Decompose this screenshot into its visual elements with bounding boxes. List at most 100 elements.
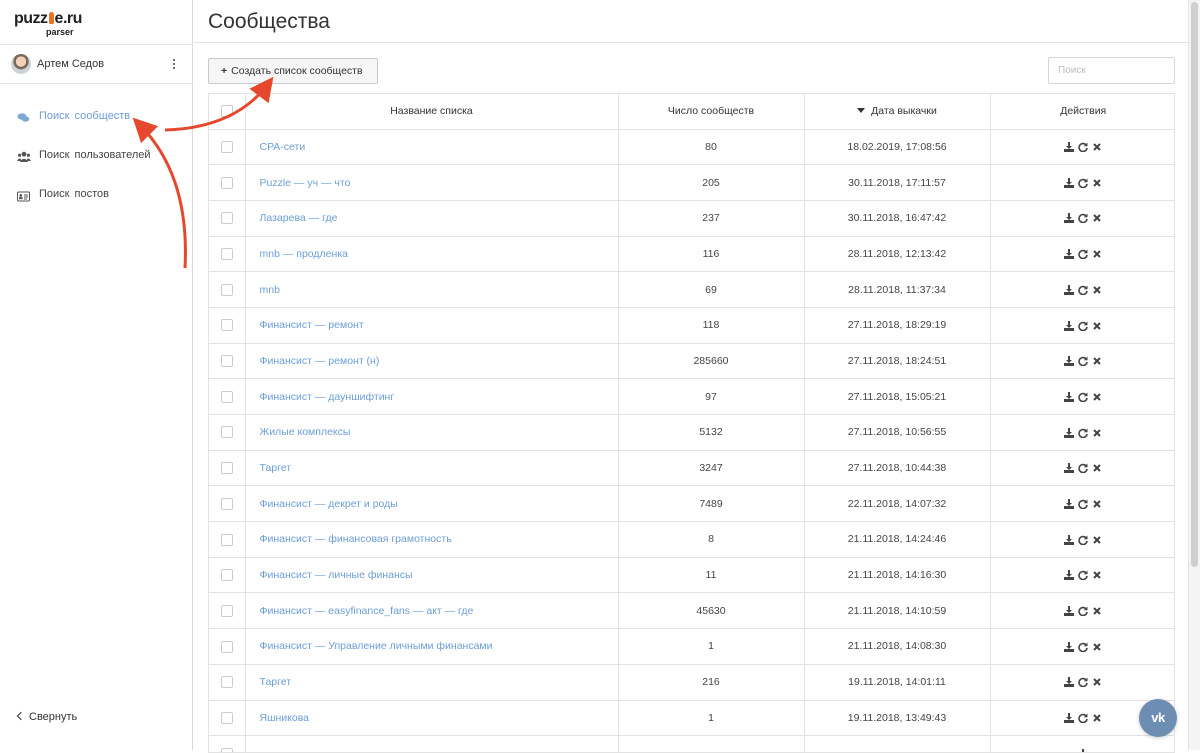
column-header-date[interactable]: Дата выкачки xyxy=(804,94,991,130)
delete-icon[interactable] xyxy=(1092,677,1102,687)
column-header-count[interactable]: Число сообществ xyxy=(618,94,805,130)
list-name-link[interactable]: Финансист — дауншифтинг xyxy=(245,378,619,415)
download-icon[interactable] xyxy=(1064,713,1075,724)
logo[interactable]: puzz e.ru parser xyxy=(14,10,94,42)
row-checkbox[interactable] xyxy=(220,212,233,225)
create-list-button[interactable]: + Создать список сообществ xyxy=(208,58,378,84)
delete-icon[interactable] xyxy=(1092,142,1102,152)
download-icon[interactable] xyxy=(1064,142,1075,153)
search-input[interactable] xyxy=(1048,57,1175,84)
list-name-link[interactable]: mnb — продленка xyxy=(245,236,619,273)
row-checkbox[interactable] xyxy=(220,355,233,368)
download-icon[interactable] xyxy=(1064,249,1075,260)
list-name-link[interactable]: mnb xyxy=(245,271,619,308)
delete-icon[interactable] xyxy=(1092,535,1102,545)
refresh-icon[interactable] xyxy=(1078,499,1089,509)
refresh-icon[interactable] xyxy=(1078,321,1089,331)
refresh-icon[interactable] xyxy=(1078,642,1089,652)
row-checkbox[interactable] xyxy=(220,497,233,510)
row-checkbox[interactable] xyxy=(220,604,233,617)
download-icon[interactable] xyxy=(1064,427,1075,438)
list-name-link[interactable] xyxy=(245,735,619,752)
refresh-icon[interactable] xyxy=(1078,249,1089,260)
list-name-link[interactable]: Финансист — Управление личными финансами xyxy=(245,628,619,665)
list-name-link[interactable]: Финансист — финансовая грамотность xyxy=(245,521,619,558)
refresh-icon[interactable] xyxy=(1078,392,1089,402)
download-icon[interactable] xyxy=(1064,463,1075,474)
list-name-link[interactable]: Финансист — ремонт xyxy=(245,307,619,344)
sidebar-item-communities[interactable]: Поиск сообществ xyxy=(0,104,193,143)
download-icon[interactable] xyxy=(1078,748,1088,752)
delete-icon[interactable] xyxy=(1092,499,1102,509)
delete-icon[interactable] xyxy=(1092,392,1102,402)
list-name-link[interactable]: Финансист — личные финансы xyxy=(245,557,619,594)
list-name-link[interactable]: Яшникова xyxy=(245,700,619,737)
delete-icon[interactable] xyxy=(1092,713,1102,723)
sidebar-item-users[interactable]: Поиск пользователей xyxy=(0,143,193,182)
row-checkbox[interactable] xyxy=(220,426,233,439)
refresh-icon[interactable] xyxy=(1078,535,1089,545)
refresh-icon[interactable] xyxy=(1078,178,1089,188)
delete-icon[interactable] xyxy=(1092,570,1102,580)
row-checkbox[interactable] xyxy=(220,319,233,332)
download-icon[interactable] xyxy=(1064,677,1075,688)
download-icon[interactable] xyxy=(1064,320,1075,331)
row-checkbox[interactable] xyxy=(220,533,233,546)
download-icon[interactable] xyxy=(1064,570,1075,581)
download-icon[interactable] xyxy=(1064,641,1075,652)
download-icon[interactable] xyxy=(1064,213,1075,224)
download-icon[interactable] xyxy=(1064,498,1075,509)
refresh-icon[interactable] xyxy=(1078,677,1089,688)
refresh-icon[interactable] xyxy=(1078,713,1089,724)
collapse-sidebar-button[interactable]: Свернуть xyxy=(16,711,77,723)
delete-icon[interactable] xyxy=(1092,249,1102,259)
row-checkbox[interactable] xyxy=(220,462,233,475)
delete-icon[interactable] xyxy=(1092,213,1102,223)
row-checkbox[interactable] xyxy=(220,176,233,189)
list-name-link[interactable]: Puzzle — уч — что xyxy=(245,164,619,201)
row-checkbox[interactable] xyxy=(220,747,233,752)
list-name-link[interactable]: Финансист — easyfinance_fans — акт — где xyxy=(245,592,619,630)
refresh-icon[interactable] xyxy=(1078,463,1089,474)
refresh-icon[interactable] xyxy=(1078,356,1089,367)
page-scrollbar[interactable] xyxy=(1188,0,1200,750)
row-checkbox[interactable] xyxy=(220,283,233,296)
delete-icon[interactable] xyxy=(1092,321,1102,331)
delete-icon[interactable] xyxy=(1092,642,1102,652)
download-icon[interactable] xyxy=(1064,606,1075,616)
scrollbar-thumb[interactable] xyxy=(1191,2,1198,567)
list-name-link[interactable]: Лазарева — где xyxy=(245,200,619,237)
row-checkbox[interactable] xyxy=(220,140,233,153)
download-icon[interactable] xyxy=(1064,284,1075,295)
download-icon[interactable] xyxy=(1064,391,1075,402)
more-vertical-icon[interactable] xyxy=(169,57,179,71)
delete-icon[interactable] xyxy=(1092,178,1102,188)
row-checkbox[interactable] xyxy=(220,390,233,403)
delete-icon[interactable] xyxy=(1092,285,1102,295)
download-icon[interactable] xyxy=(1064,177,1075,188)
list-name-link[interactable]: Жилые комплексы xyxy=(245,414,619,451)
list-name-link[interactable]: Финансист — ремонт (н) xyxy=(245,343,619,380)
refresh-icon[interactable] xyxy=(1078,606,1089,616)
row-checkbox[interactable] xyxy=(220,640,233,653)
select-all-checkbox[interactable] xyxy=(220,105,233,118)
list-name-link[interactable]: CPA-сети xyxy=(245,129,619,166)
refresh-icon[interactable] xyxy=(1078,285,1089,295)
row-checkbox[interactable] xyxy=(220,711,233,724)
vk-chat-button[interactable]: vk xyxy=(1139,699,1177,737)
delete-icon[interactable] xyxy=(1092,463,1102,473)
delete-icon[interactable] xyxy=(1092,606,1102,616)
download-icon[interactable] xyxy=(1064,534,1075,545)
row-checkbox[interactable] xyxy=(220,569,233,582)
list-name-link[interactable]: Таргет xyxy=(245,664,619,701)
refresh-icon[interactable] xyxy=(1078,428,1089,438)
row-checkbox[interactable] xyxy=(220,676,233,689)
refresh-icon[interactable] xyxy=(1078,142,1089,153)
list-name-link[interactable]: Таргет xyxy=(245,450,619,487)
list-name-link[interactable]: Финансист — декрет и роды xyxy=(245,485,619,523)
column-header-name[interactable]: Название списка xyxy=(245,94,619,130)
sidebar-item-posts[interactable]: Поиск постов xyxy=(0,182,193,221)
delete-icon[interactable] xyxy=(1092,356,1102,366)
refresh-icon[interactable] xyxy=(1078,213,1089,224)
refresh-icon[interactable] xyxy=(1078,570,1089,581)
